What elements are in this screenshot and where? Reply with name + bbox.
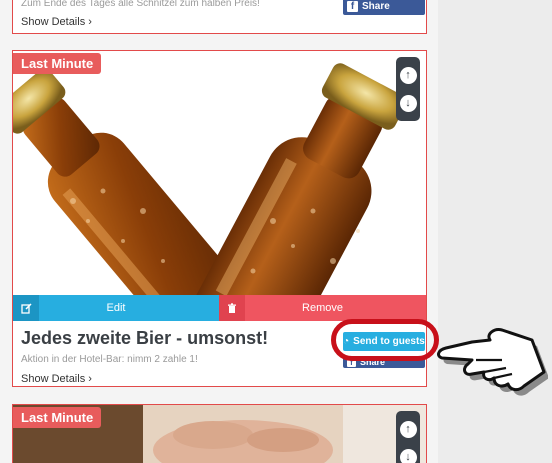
facebook-share-button[interactable]: f Share	[343, 0, 425, 15]
offer-description: Aktion in der Hotel-Bar: nimm 2 zahle 1!	[21, 354, 198, 365]
offer-card: Zum Ende des Tages alle Schnitzel zum ha…	[12, 0, 427, 34]
last-minute-badge: Last Minute	[13, 53, 102, 74]
highlight-ring	[331, 319, 439, 361]
beer-bottles-image	[13, 63, 407, 295]
card-action-bar: Edit Remove	[13, 295, 426, 321]
offer-description: Zum Ende des Tages alle Schnitzel zum ha…	[21, 0, 260, 9]
remove-label: Remove	[302, 302, 343, 314]
reorder-controls: ↑ ↓	[396, 411, 420, 463]
reorder-controls: ↑ ↓	[396, 57, 420, 121]
last-minute-badge: Last Minute	[13, 407, 102, 428]
share-label: Share	[362, 1, 390, 12]
show-details-label: Show Details	[21, 373, 86, 385]
remove-button[interactable]: Remove	[219, 295, 426, 321]
offer-card: Last Minute ↑ ↓	[12, 404, 427, 463]
trash-icon	[219, 295, 245, 321]
facebook-icon: f	[347, 1, 358, 12]
show-details-link[interactable]: Show Details ›	[21, 373, 92, 385]
offer-image: Last Minute ↑ ↓	[13, 405, 426, 463]
show-details-link[interactable]: Show Details ›	[21, 16, 92, 28]
offer-image: Last Minute ↑ ↓	[13, 51, 426, 295]
edit-label: Edit	[106, 302, 126, 314]
arrow-down-icon[interactable]: ↓	[399, 94, 417, 112]
pointing-hand-icon	[437, 328, 548, 396]
show-details-label: Show Details	[21, 16, 86, 28]
offer-title: Jedes zweite Bier - umsonst!	[21, 328, 269, 348]
arrow-down-icon[interactable]: ↓	[399, 448, 417, 463]
page: Zum Ende des Tages alle Schnitzel zum ha…	[0, 0, 552, 463]
offers-column: Zum Ende des Tages alle Schnitzel zum ha…	[0, 0, 438, 463]
edit-button[interactable]: Edit	[13, 295, 219, 321]
edit-icon	[13, 295, 39, 321]
arrow-up-icon[interactable]: ↑	[399, 420, 417, 438]
arrow-up-icon[interactable]: ↑	[399, 66, 417, 84]
